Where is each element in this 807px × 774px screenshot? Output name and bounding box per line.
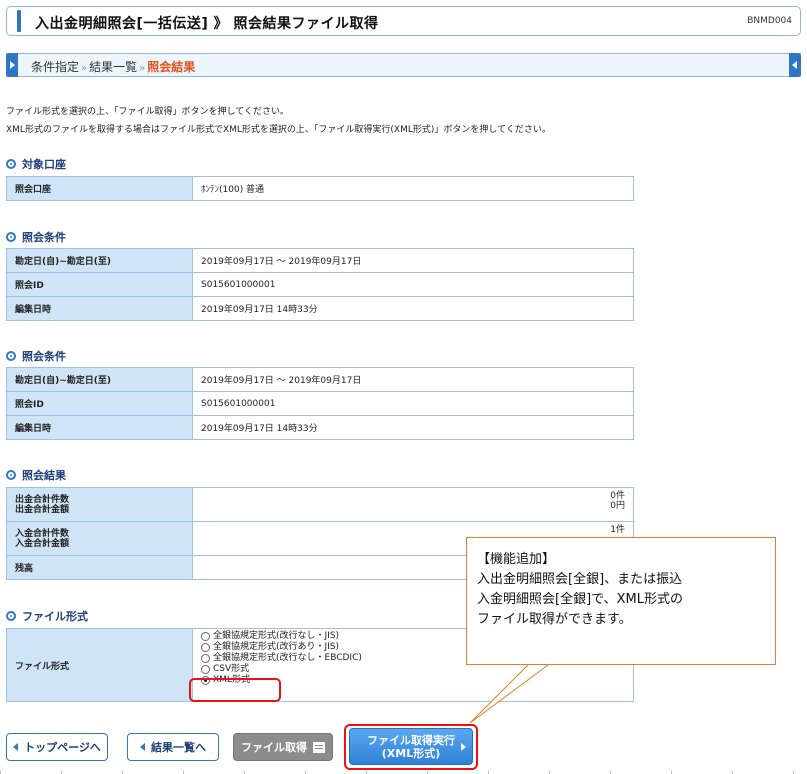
chevron-left-icon: [140, 743, 145, 751]
callout-title: 【機能追加】: [477, 552, 556, 567]
cell-value: 0件 0円: [192, 487, 634, 522]
table-row: 照会ID S015601000001: [6, 391, 634, 416]
chevron-right-icon: [461, 743, 466, 751]
section-title-result: 照会結果: [6, 467, 66, 483]
label-balance: 残高: [6, 555, 193, 580]
section-bullet-icon: [6, 470, 16, 480]
cell-label: 編集日時: [6, 415, 193, 440]
table-row: 編集日時 2019年09月17日 14時33分: [6, 415, 634, 440]
label-deposit-count: 入金合計件数: [15, 528, 70, 539]
section-title-text: 照会結果: [22, 469, 66, 482]
section-bullet-icon: [6, 351, 16, 361]
file-format-label: ファイル形式: [6, 628, 193, 702]
breadcrumb-step-current: 照会結果: [147, 60, 196, 74]
section-title-condition: 照会条件: [6, 229, 66, 245]
list-icon: [313, 741, 325, 753]
table-row: 勘定日(自)~勘定日(至) 2019年09月17日 ～ 2019年09月17日: [6, 367, 634, 392]
section-bullet-icon: [6, 232, 16, 242]
account-table: 照会口座 ﾎﾝﾃﾝ(100) 普通: [6, 176, 634, 201]
result-list-label: 結果一覧へ: [151, 741, 206, 754]
radio-label: 全銀協規定形式(改行あり・JIS): [213, 642, 340, 652]
section-title-account: 対象口座: [6, 156, 66, 172]
cell-label: 照会ID: [6, 272, 193, 297]
value-withdrawal-count: 0件: [610, 491, 625, 501]
callout-line: ファイル取得ができます。: [477, 612, 632, 627]
radio-button[interactable]: [201, 665, 210, 674]
account-label: 照会口座: [6, 176, 193, 201]
get-xml-file-button[interactable]: ファイル取得実行 (XML形式): [349, 728, 473, 765]
section-title-text: 照会条件: [22, 350, 66, 363]
radio-option[interactable]: CSV形式: [201, 664, 625, 675]
chevron-left-icon: [13, 743, 19, 751]
cell-value: S015601000001: [192, 391, 634, 416]
page-title: 入出金明細照会[一括伝送] 》 照会結果ファイル取得: [35, 16, 379, 32]
label-deposit-amount: 入金合計金額: [15, 538, 70, 549]
breadcrumb-separator: »: [139, 63, 146, 74]
radio-button[interactable]: [201, 654, 210, 663]
account-value: ﾎﾝﾃﾝ(100) 普通: [192, 176, 634, 201]
breadcrumb-step-list: 結果一覧: [89, 60, 138, 74]
cell-value: 2019年09月17日 ～ 2019年09月17日: [192, 367, 634, 392]
radio-label: 全銀協規定形式(改行なし・EBCDIC): [213, 653, 362, 663]
instruction-line-1: ファイル形式を選択の上、「ファイル取得」ボタンを押してください。: [6, 107, 289, 117]
cell-label: 出金合計件数 出金合計金額: [6, 487, 193, 522]
title-accent-bar: [17, 10, 21, 32]
cell-label: 勘定日(自)~勘定日(至): [6, 248, 193, 273]
radio-label: CSV形式: [213, 664, 250, 674]
section-bullet-icon: [6, 611, 16, 621]
get-file-label: ファイル取得: [241, 741, 307, 754]
radio-label: 全銀協規定形式(改行なし・JIS): [213, 631, 340, 641]
section-bullet-icon: [6, 159, 16, 169]
section-title-text: 照会条件: [22, 231, 66, 244]
cell-label: 勘定日(自)~勘定日(至): [6, 367, 193, 392]
breadcrumb-separator: »: [81, 63, 88, 74]
breadcrumb: 条件指定» 結果一覧» 照会結果: [6, 53, 801, 77]
table-row: 照会ID S015601000001: [6, 272, 634, 297]
cell-label: 照会ID: [6, 391, 193, 416]
cell-value: 2019年09月17日 14時33分: [192, 415, 634, 440]
instruction-line-2: XML形式のファイルを取得する場合はファイル形式でXML形式を選択の上、「ファイ…: [6, 125, 551, 135]
get-xml-label-2: (XML形式): [381, 746, 441, 760]
section-title-text: 対象口座: [22, 158, 66, 171]
label-withdrawal-count: 出金合計件数: [15, 494, 70, 505]
result-list-button[interactable]: 結果一覧へ: [127, 733, 219, 761]
table-row: 勘定日(自)~勘定日(至) 2019年09月17日 ～ 2019年09月17日: [6, 248, 634, 273]
value-deposit-count: 1件: [610, 525, 625, 535]
callout-line: 入金明細照会[全銀]で、XML形式の: [477, 592, 683, 607]
cell-label: 編集日時: [6, 296, 193, 321]
radio-button[interactable]: [201, 632, 210, 641]
chevron-left-icon: [789, 53, 801, 77]
table-row: 編集日時 2019年09月17日 14時33分: [6, 296, 634, 321]
section-title-text: ファイル形式: [22, 610, 88, 623]
cell-value: 2019年09月17日 ～ 2019年09月17日: [192, 248, 634, 273]
get-file-button[interactable]: ファイル取得: [233, 733, 333, 761]
cell-label: 入金合計件数 入金合計金額: [6, 521, 193, 556]
cell-value: 2019年09月17日 14時33分: [192, 296, 634, 321]
page-title-bar: 入出金明細照会[一括伝送] 》 照会結果ファイル取得 BNMD004: [6, 6, 801, 36]
breadcrumb-step-condition: 条件指定: [31, 60, 80, 74]
feature-callout: 【機能追加】 入出金明細照会[全銀]、または振込 入金明細照会[全銀]で、XML…: [466, 537, 776, 665]
chevron-right-icon: [6, 53, 18, 77]
section-title-condition: 照会条件: [6, 348, 66, 364]
screen-id: BNMD004: [747, 16, 792, 26]
callout-line: 入出金明細照会[全銀]、または振込: [477, 572, 683, 587]
cell-value: S015601000001: [192, 272, 634, 297]
condition-table-2: 勘定日(自)~勘定日(至) 2019年09月17日 ～ 2019年09月17日 照…: [6, 367, 634, 440]
get-xml-label-1: ファイル取得実行: [367, 733, 455, 747]
table-row: 出金合計件数 出金合計金額 0件 0円: [6, 487, 634, 522]
label-withdrawal-amount: 出金合計金額: [15, 504, 70, 515]
xml-option-highlight: [189, 678, 281, 702]
top-page-label: トップページへ: [24, 741, 101, 754]
radio-button[interactable]: [201, 643, 210, 652]
top-page-button[interactable]: トップページへ: [6, 733, 108, 761]
condition-table-1: 勘定日(自)~勘定日(至) 2019年09月17日 ～ 2019年09月17日 照…: [6, 248, 634, 321]
table-row: 照会口座 ﾎﾝﾃﾝ(100) 普通: [6, 176, 634, 201]
value-withdrawal-amount: 0円: [610, 501, 625, 511]
section-title-file-format: ファイル形式: [6, 608, 88, 624]
